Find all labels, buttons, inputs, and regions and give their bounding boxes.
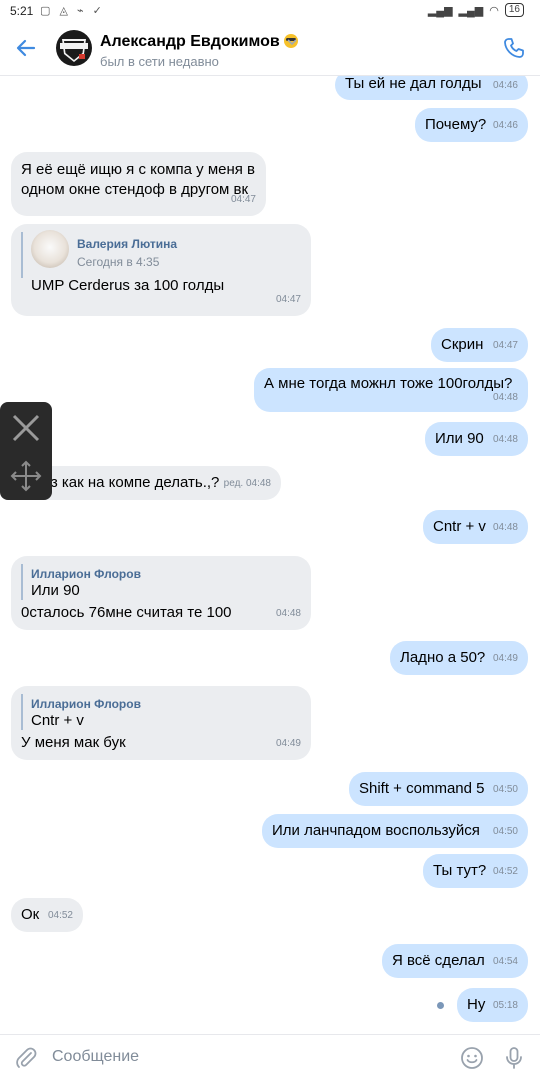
message-outgoing[interactable]: Или 90 04:48 <box>425 422 528 456</box>
message-time: 04:48 <box>492 522 518 533</box>
message-outgoing[interactable]: Или ланчпадом воспользуйся 04:50 <box>262 814 528 848</box>
message-outgoing[interactable]: Я всё сделал 04:54 <box>382 944 528 978</box>
message-incoming[interactable]: Ок 04:52 <box>11 898 83 932</box>
forward-text: Или 90 <box>31 582 80 599</box>
message-time: 04:46 <box>492 120 518 131</box>
message-outgoing[interactable]: Ты тут? 04:52 <box>423 854 528 888</box>
shield-icon <box>60 39 88 62</box>
message-time: 04:54 <box>492 956 518 967</box>
message-time: 04:47 <box>275 294 301 305</box>
phone-icon[interactable] <box>502 36 526 60</box>
message-text: Ты ей не дал голды <box>345 76 482 92</box>
floating-overlay[interactable] <box>0 402 52 500</box>
message-time: 04:49 <box>492 653 518 664</box>
message-incoming-forwarded[interactable]: Илларион Флоров Cntr + v У меня мак бук … <box>11 686 311 760</box>
battery-icon: 16 <box>504 3 524 17</box>
forward-bar <box>21 232 23 278</box>
message-text: Ну <box>467 996 486 1013</box>
message-time: 04:52 <box>47 910 73 921</box>
message-list[interactable]: Ты ей не дал голды 04:46 Почему? 04:46 Я… <box>0 76 540 1034</box>
message-text: А мне тогда можнл тоже 100голды? <box>264 375 513 392</box>
status-bar: 5:21 ▢ ◬ ⌁ ✓ ▂▄▆ ▂▄▆ ◠ 16 <box>0 0 540 24</box>
message-text: Или 90 <box>435 430 484 447</box>
status-time: 5:21 <box>10 4 34 18</box>
message-text: Ок <box>21 906 40 923</box>
message-time: 04:48 <box>492 434 518 445</box>
message-text: У меня мак бук <box>21 734 126 751</box>
message-text: Скрин <box>441 336 484 353</box>
message-text: Shift + command 5 <box>359 780 485 797</box>
message-time: 04:46 <box>492 80 518 91</box>
message-outgoing[interactable]: Ладно а 50? 04:49 <box>390 641 528 675</box>
contact-name-text: Александр Евдокимов <box>100 33 280 50</box>
message-time: 04:47 <box>492 340 518 351</box>
message-incoming[interactable]: Я её ещё ищю я с компа у меня в одном ок… <box>11 152 266 216</box>
avatar[interactable] <box>56 30 92 66</box>
message-outgoing[interactable]: Ну 05:18 <box>457 988 528 1022</box>
message-incoming-forwarded[interactable]: Валерия Лютина Сегодня в 4:35 UMP Cerder… <box>11 224 311 316</box>
wifi-icon: ◠ <box>489 4 499 17</box>
forward-avatar[interactable] <box>31 230 69 268</box>
message-incoming-forwarded[interactable]: Илларион Флоров Или 90 0сталось 76мне сч… <box>11 556 311 630</box>
back-arrow-icon[interactable] <box>14 36 38 60</box>
forward-date: Сегодня в 4:35 <box>77 255 160 269</box>
message-text: Cntr + v <box>433 518 486 535</box>
message-text: Ладно а 50? <box>400 649 486 666</box>
forward-bar <box>21 694 23 730</box>
forward-bar <box>21 564 23 600</box>
message-time: 04:50 <box>492 784 518 795</box>
status-icons: ▂▄▆ ▂▄▆ ◠ 16 <box>428 3 524 17</box>
signal-icon-2: ▂▄▆ <box>458 4 484 17</box>
message-outgoing[interactable]: Скрин 04:47 <box>431 328 528 362</box>
microphone-icon[interactable] <box>502 1046 526 1070</box>
message-outgoing[interactable]: Ты ей не дал голды 04:46 <box>335 76 528 100</box>
message-outgoing[interactable]: Cntr + v 04:48 <box>423 510 528 544</box>
forward-text: Cntr + v <box>31 712 84 729</box>
message-time: 04:47 <box>230 194 256 205</box>
message-time: 04:49 <box>275 738 301 749</box>
message-text: UMP Cerderus за 100 голды <box>31 277 225 294</box>
message-input[interactable]: Сообщение <box>52 1048 139 1066</box>
message-time: 04:52 <box>492 866 518 877</box>
message-text: Или ланчпадом воспользуйся <box>272 822 480 839</box>
contact-status: был в сети недавно <box>100 54 219 69</box>
message-time: 05:18 <box>492 1000 518 1011</box>
close-icon[interactable] <box>10 412 42 444</box>
message-outgoing[interactable]: Почему? 04:46 <box>415 108 528 142</box>
forward-author[interactable]: Валерия Лютина <box>77 234 177 254</box>
message-composer: Сообщение <box>0 1034 540 1080</box>
attach-icon[interactable] <box>14 1046 38 1070</box>
message-time: 04:50 <box>492 826 518 837</box>
message-outgoing[interactable]: А мне тогда можнл тоже 100голды? 04:48 <box>254 368 528 412</box>
unread-indicator <box>437 1002 444 1009</box>
message-text: Я всё сделал <box>392 952 485 969</box>
chat-header: Александр Евдокимов был в сети недавно <box>0 24 540 76</box>
signal-icon: ▂▄▆ <box>427 4 453 17</box>
emoji-icon[interactable] <box>460 1046 484 1070</box>
message-text-line: Я её ещё ищю я с компа у меня в <box>21 161 256 178</box>
message-text: Ты тут? <box>433 862 487 879</box>
message-time: 04:48 <box>492 392 518 403</box>
message-text: Почему? <box>425 116 487 133</box>
chevron-down-icon[interactable] <box>286 36 298 48</box>
message-text: 0сталось 76мне считая те 100 <box>21 604 232 621</box>
message-time: ред. 04:48 <box>223 478 271 489</box>
contact-name[interactable]: Александр Евдокимов <box>100 32 298 51</box>
move-icon[interactable] <box>10 460 42 492</box>
message-time: 04:48 <box>275 608 301 619</box>
notification-icons: ▢ ◬ ⌁ ✓ <box>40 5 105 17</box>
message-outgoing[interactable]: Shift + command 5 04:50 <box>349 772 528 806</box>
message-text-line: одном окне стендоф в другом вк <box>21 181 249 198</box>
